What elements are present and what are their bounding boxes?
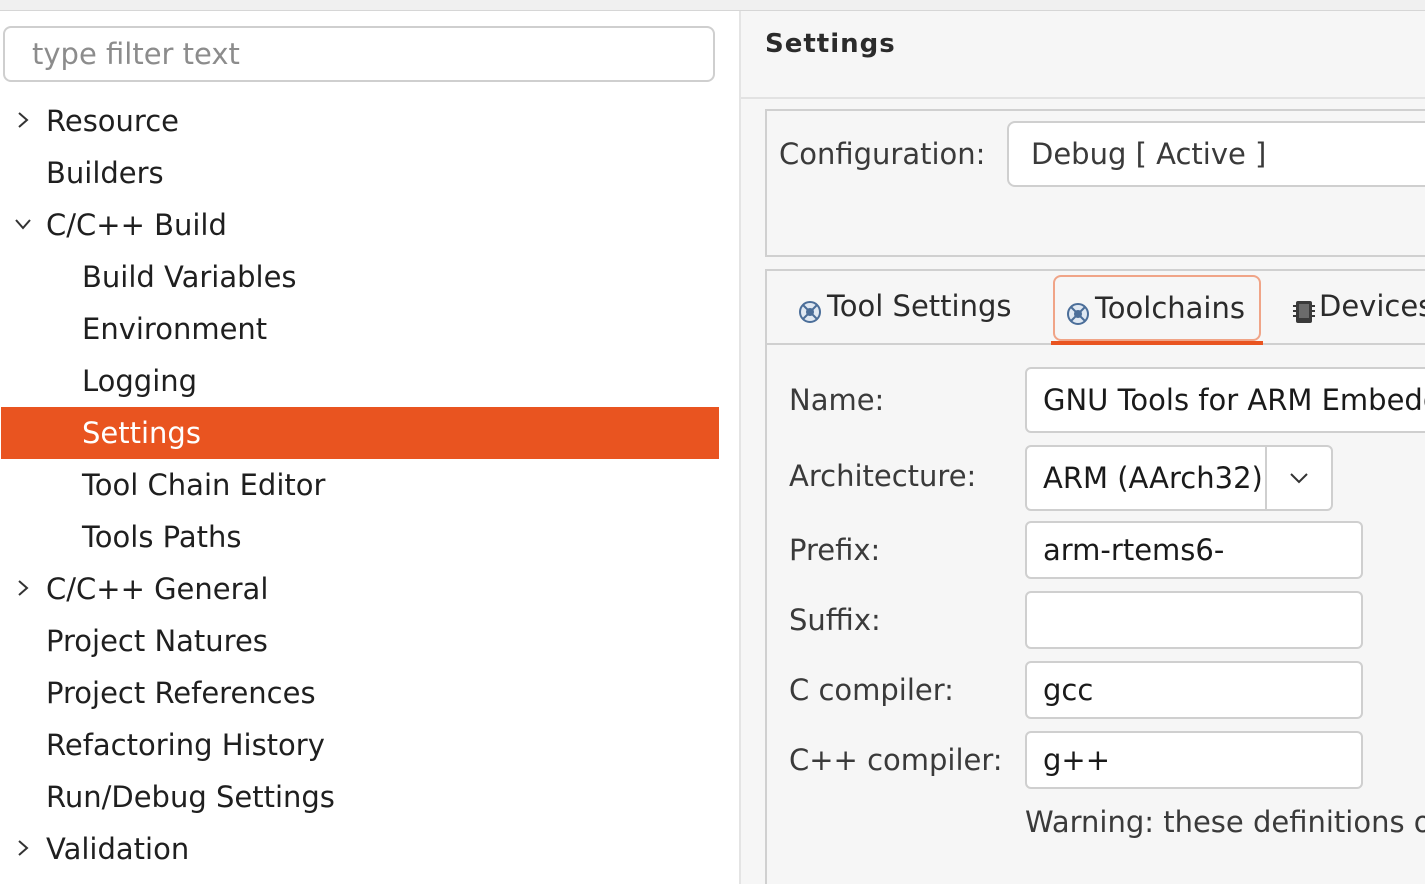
- tree-item-label: Validation: [46, 832, 190, 866]
- tree-item-label: Run/Debug Settings: [46, 780, 335, 814]
- name-field[interactable]: GNU Tools for ARM Embedded Processors: [1025, 367, 1425, 433]
- override-warning: Warning: these definitions override the …: [1025, 805, 1425, 839]
- prefix-label: Prefix:: [789, 533, 881, 567]
- c-compiler-field[interactable]: gcc: [1025, 661, 1363, 719]
- tree-item-label: C/C++ General: [46, 572, 269, 606]
- suffix-label: Suffix:: [789, 603, 881, 637]
- tree-item-logging[interactable]: Logging: [1, 355, 719, 407]
- chevron-right-icon[interactable]: [13, 578, 33, 598]
- tab-label: Tool Settings: [827, 289, 1012, 323]
- tab-toolchains[interactable]: Toolchains: [1051, 275, 1263, 345]
- tree-item-resource[interactable]: Resource: [1, 95, 719, 147]
- architecture-value: ARM (AArch32): [1043, 461, 1263, 495]
- tree-item-label: Resource: [46, 104, 179, 138]
- prefix-field[interactable]: arm-rtems6-: [1025, 521, 1363, 579]
- configuration-combo[interactable]: Debug [ Active ]: [1007, 121, 1425, 187]
- settings-pane: Settings Configuration: Debug [ Active ]…: [741, 11, 1425, 884]
- settings-tab-folder: Tool Settings Toolchains Devices Name: G…: [765, 269, 1425, 884]
- tree-item-label: Project Natures: [46, 624, 268, 658]
- chevron-right-icon[interactable]: [13, 110, 33, 130]
- tree-item-project-references[interactable]: Project References: [1, 667, 719, 719]
- c-compiler-value: gcc: [1043, 673, 1094, 707]
- cpp-compiler-label: C++ compiler:: [789, 743, 1003, 777]
- tree-item-environment[interactable]: Environment: [1, 303, 719, 355]
- tree-item-label: Environment: [82, 312, 268, 346]
- architecture-dropdown-button[interactable]: [1265, 447, 1331, 509]
- tree-item-label: Settings: [82, 416, 201, 450]
- tree-item-label: Build Variables: [82, 260, 297, 294]
- property-tree-pane: Resource Builders C/C++ Build Build Vari…: [0, 11, 739, 884]
- chevron-down-icon: [1290, 473, 1308, 484]
- prefix-value: arm-rtems6-: [1043, 533, 1225, 567]
- tab-strip: Tool Settings Toolchains Devices: [767, 271, 1425, 345]
- tree-item-label: Logging: [82, 364, 198, 398]
- tree-item-cpp-build[interactable]: C/C++ Build: [1, 199, 719, 251]
- name-value: GNU Tools for ARM Embedded Processors: [1043, 383, 1425, 417]
- suffix-field[interactable]: [1025, 591, 1363, 649]
- tree-item-tool-chain-editor[interactable]: Tool Chain Editor: [1, 459, 719, 511]
- tree-item-cpp-general[interactable]: C/C++ General: [1, 563, 719, 615]
- architecture-select[interactable]: ARM (AArch32): [1025, 445, 1333, 511]
- tree-item-builders[interactable]: Builders: [1, 147, 719, 199]
- tree-item-label: C/C++ Build: [46, 208, 227, 242]
- cpp-compiler-field[interactable]: g++: [1025, 731, 1363, 789]
- chevron-right-icon[interactable]: [13, 838, 33, 858]
- architecture-label: Architecture:: [789, 459, 977, 493]
- window-top-border: [0, 0, 1425, 11]
- tree-item-project-natures[interactable]: Project Natures: [1, 615, 719, 667]
- tree-item-build-variables[interactable]: Build Variables: [1, 251, 719, 303]
- c-compiler-label: C compiler:: [789, 673, 954, 707]
- configuration-label: Configuration:: [779, 137, 986, 171]
- toolchains-icon: [1067, 303, 1089, 325]
- tab-label: Devices: [1319, 289, 1425, 323]
- tool-settings-icon: [799, 301, 821, 323]
- tab-tool-settings[interactable]: Tool Settings: [787, 275, 1027, 341]
- tree-item-label: Builders: [46, 156, 164, 190]
- tree-item-run-debug-settings[interactable]: Run/Debug Settings: [1, 771, 719, 823]
- tree-item-label: Project References: [46, 676, 316, 710]
- cpp-compiler-value: g++: [1043, 743, 1111, 777]
- configuration-group: Configuration: Debug [ Active ]: [765, 109, 1425, 257]
- tab-label: Toolchains: [1095, 291, 1245, 325]
- devices-icon: [1293, 301, 1315, 323]
- tree-item-label: Refactoring History: [46, 728, 325, 762]
- title-separator: [741, 97, 1425, 99]
- name-label: Name:: [789, 383, 885, 417]
- tree-item-settings[interactable]: Settings: [1, 407, 719, 459]
- tab-devices[interactable]: Devices: [1285, 275, 1425, 341]
- tree-item-tools-paths[interactable]: Tools Paths: [1, 511, 719, 563]
- chevron-down-icon[interactable]: [13, 214, 33, 234]
- tree-item-refactoring-history[interactable]: Refactoring History: [1, 719, 719, 771]
- tree-item-label: Tools Paths: [82, 520, 242, 554]
- tree-item-label: Tool Chain Editor: [82, 468, 326, 502]
- page-title: Settings: [765, 29, 896, 59]
- filter-input[interactable]: [3, 26, 715, 82]
- tree-item-validation[interactable]: Validation: [1, 823, 719, 875]
- configuration-value: Debug [ Active ]: [1031, 137, 1267, 171]
